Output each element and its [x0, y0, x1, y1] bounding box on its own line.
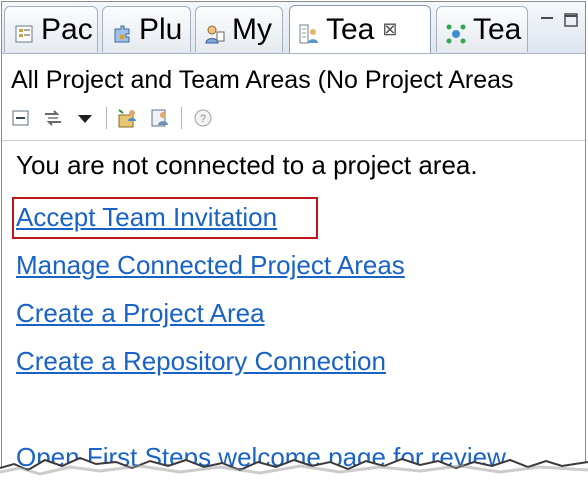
view-menu-icon[interactable]	[74, 107, 96, 129]
collapse-all-icon[interactable]	[10, 107, 32, 129]
tab-label: Tea	[326, 12, 375, 46]
package-explorer-icon	[13, 19, 35, 42]
window-controls	[539, 12, 579, 28]
my-work-icon	[204, 19, 226, 43]
create-repository-connection-link[interactable]: Create a Repository Connection	[16, 346, 386, 377]
help-icon[interactable]: ?	[192, 107, 214, 129]
team-artifacts-icon	[298, 19, 320, 43]
toolbar-separator	[106, 107, 107, 129]
manage-connected-project-areas-link[interactable]: Manage Connected Project Areas	[16, 250, 405, 281]
accept-team-invitation-link[interactable]: Accept Team Invitation	[16, 202, 277, 233]
view-title: All Project and Team Areas (No Project A…	[11, 66, 514, 94]
tab-label: Tea	[473, 12, 522, 46]
team-artifacts-view: Pac Plu My Tea ⊠ Tea All Project and Tea…	[1, 1, 586, 494]
status-message: You are not connected to a project area.	[16, 150, 478, 180]
minimize-icon[interactable]	[539, 12, 555, 28]
view-toolbar: ?	[10, 104, 224, 132]
maximize-icon[interactable]	[563, 12, 579, 28]
project-area-icon[interactable]	[117, 107, 139, 129]
team-area-icon[interactable]	[149, 107, 171, 129]
sync-icon[interactable]	[42, 107, 64, 129]
tab-team-organization[interactable]: Tea	[436, 6, 528, 52]
torn-edge	[0, 456, 588, 495]
tab-label: Plu	[139, 12, 183, 46]
tab-plugins[interactable]: Plu	[102, 6, 191, 52]
view-tab-strip: Pac Plu My Tea ⊠ Tea	[2, 2, 585, 54]
tab-package-explorer[interactable]: Pac	[4, 6, 98, 52]
tab-my-work[interactable]: My	[195, 6, 283, 52]
tab-team-artifacts[interactable]: Tea ⊠	[289, 5, 431, 53]
tab-label: My	[232, 12, 272, 46]
toolbar-divider	[2, 140, 585, 141]
view-content: All Project and Team Areas (No Project A…	[2, 54, 585, 493]
team-organization-icon	[445, 19, 467, 43]
create-project-area-link[interactable]: Create a Project Area	[16, 298, 265, 329]
plugins-icon	[111, 19, 133, 42]
close-icon[interactable]: ⊠	[382, 19, 397, 40]
tab-label: Pac	[41, 12, 93, 46]
toolbar-separator	[181, 107, 182, 129]
svg-text:?: ?	[200, 113, 206, 125]
